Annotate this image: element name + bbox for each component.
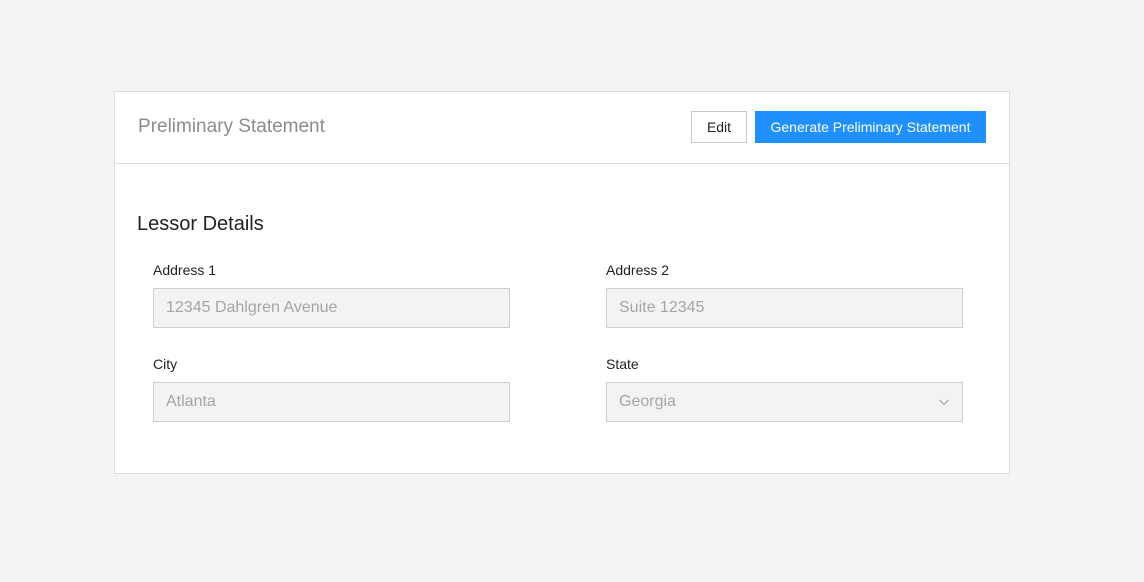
state-value: Georgia (619, 393, 676, 410)
preliminary-statement-card: Preliminary Statement Edit Generate Prel… (114, 91, 1010, 474)
city-label: City (153, 356, 178, 372)
address2-label: Address 2 (606, 262, 670, 278)
state-select[interactable]: Georgia (606, 382, 963, 422)
lessor-details-heading: Lessor Details (137, 213, 264, 235)
address2-field[interactable]: Suite 12345 (606, 288, 963, 328)
card-header: Preliminary Statement Edit Generate Prel… (115, 92, 1010, 164)
state-label: State (606, 356, 639, 372)
page-title: Preliminary Statement (138, 116, 325, 137)
edit-button[interactable]: Edit (691, 111, 747, 143)
generate-preliminary-statement-button[interactable]: Generate Preliminary Statement (755, 111, 986, 143)
city-field[interactable]: Atlanta (153, 382, 510, 422)
chevron-down-icon (939, 399, 949, 406)
address2-value: Suite 12345 (619, 299, 705, 316)
address1-value: 12345 Dahlgren Avenue (166, 299, 338, 316)
city-value: Atlanta (166, 393, 216, 410)
address1-field[interactable]: 12345 Dahlgren Avenue (153, 288, 510, 328)
address1-label: Address 1 (153, 262, 217, 278)
